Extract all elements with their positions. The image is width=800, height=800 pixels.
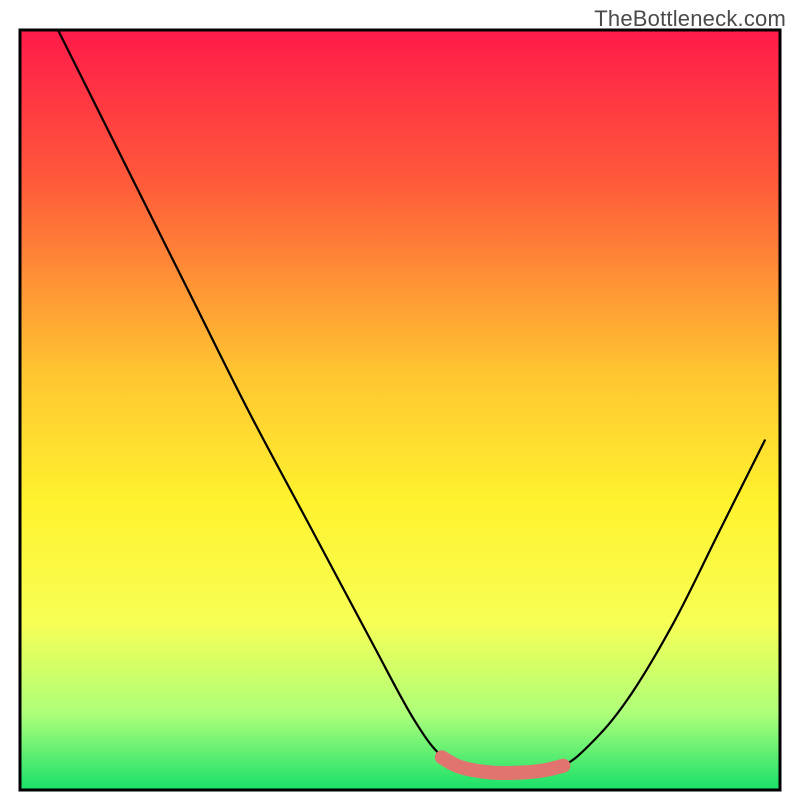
chart-container: TheBottleneck.com bbox=[0, 0, 800, 800]
plot-area bbox=[20, 30, 780, 790]
gradient-background bbox=[20, 30, 780, 790]
bottleneck-chart bbox=[0, 0, 800, 800]
attribution-label: TheBottleneck.com bbox=[594, 6, 786, 32]
